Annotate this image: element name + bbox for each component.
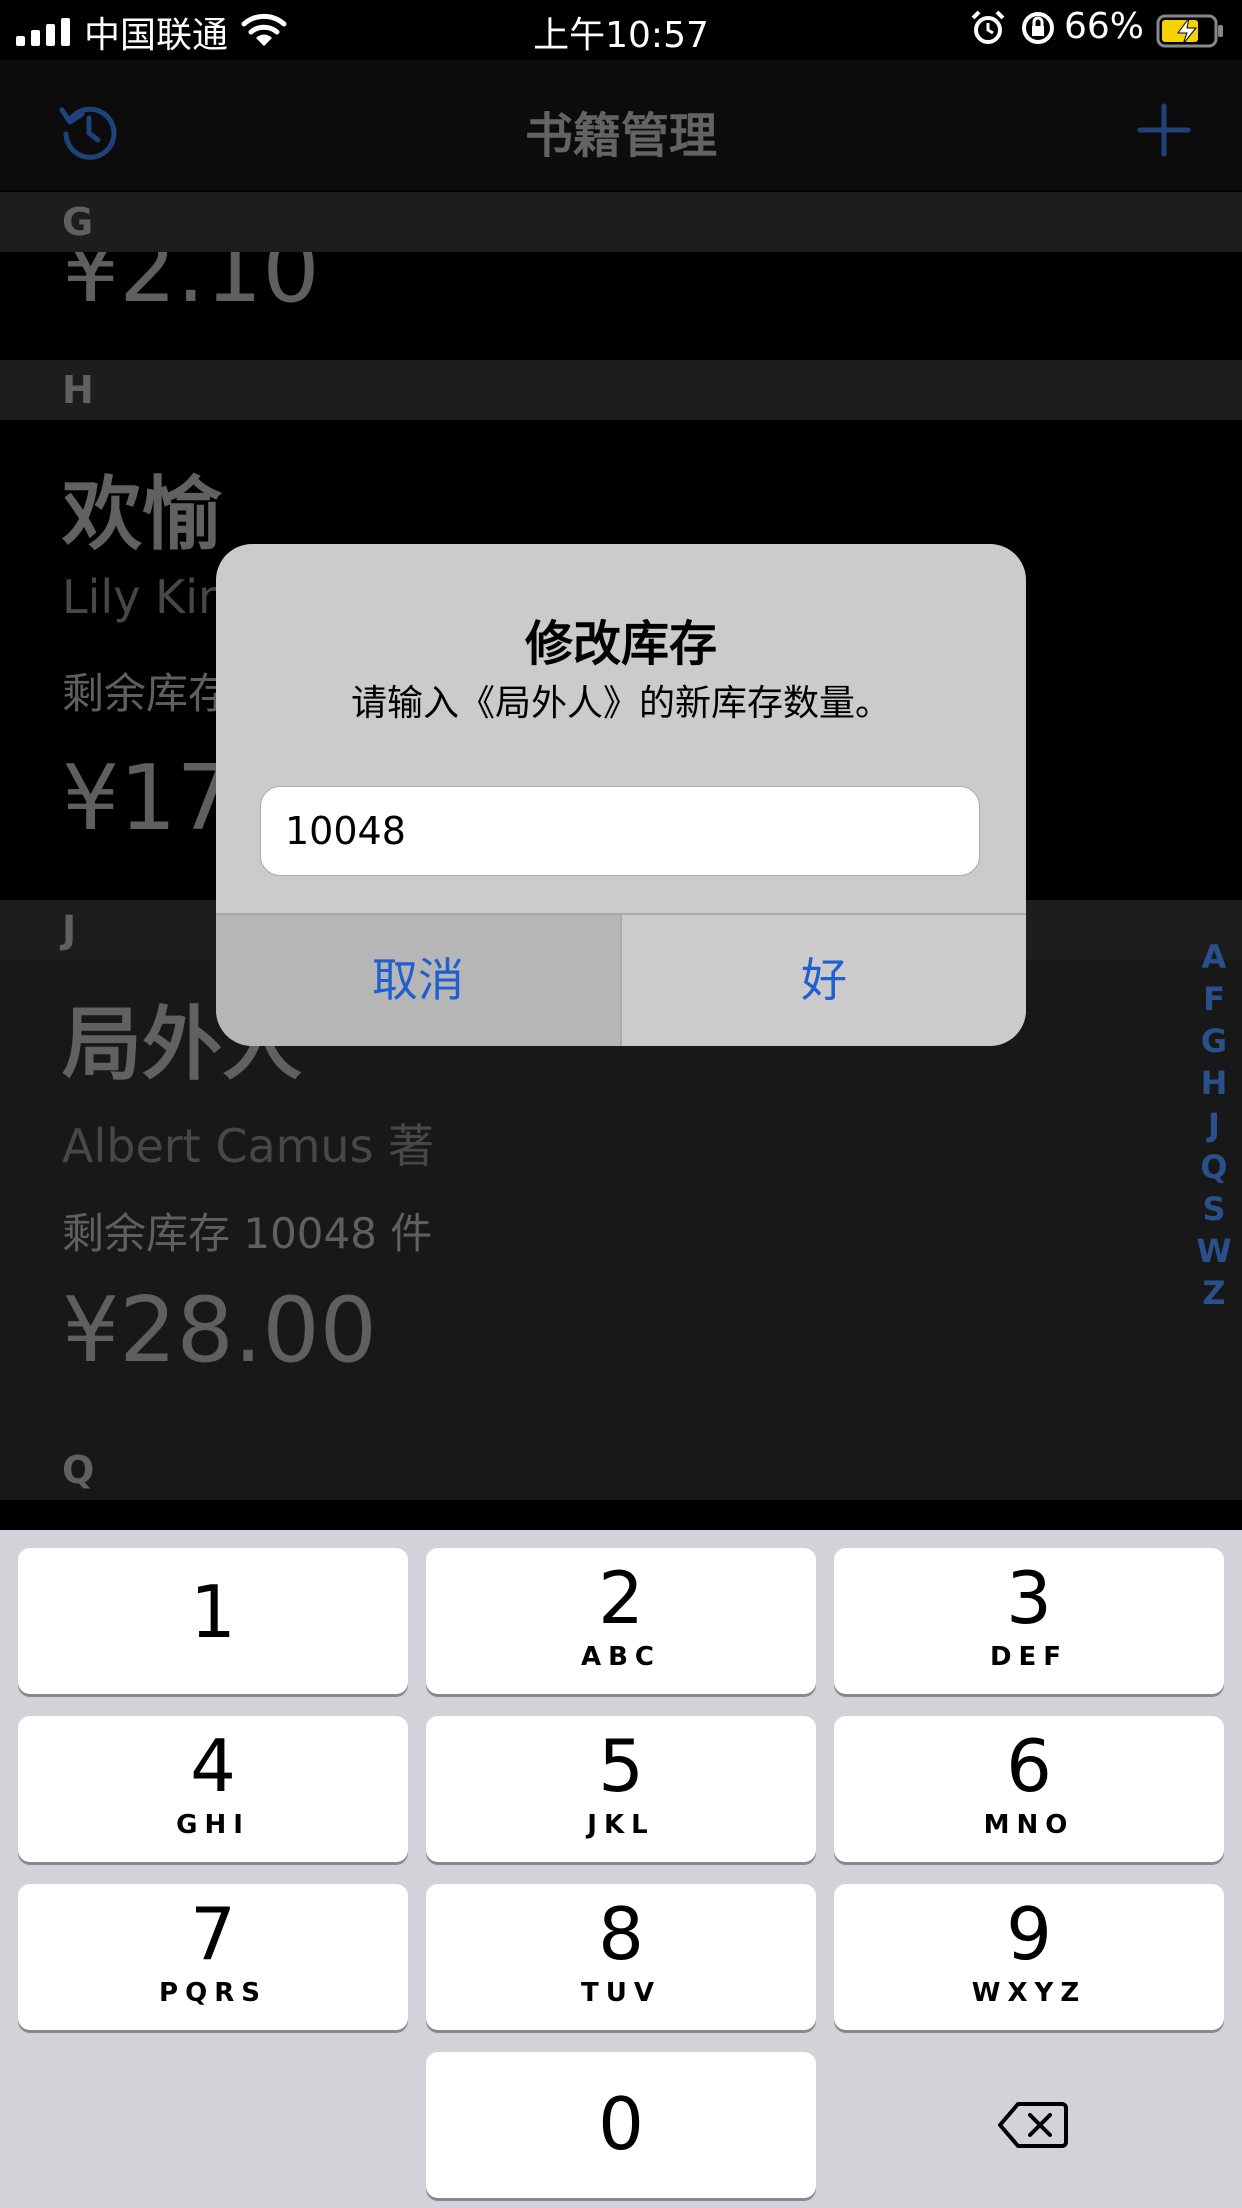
ok-button[interactable]: 好 (622, 915, 1026, 1046)
key-letters: ABC (580, 1642, 662, 1672)
key-digit: 2 (598, 1556, 644, 1640)
key-9[interactable]: 9 WXYZ (834, 1884, 1224, 2030)
key-digit: 4 (190, 1724, 236, 1808)
key-digit: 3 (1006, 1556, 1052, 1640)
key-0[interactable]: 0 (426, 2052, 816, 2198)
key-letters: PQRS (159, 1978, 267, 2008)
key-digit: 0 (598, 2082, 644, 2166)
key-6[interactable]: 6 MNO (834, 1716, 1224, 1862)
delete-icon (998, 2102, 1068, 2148)
alert-title: 修改库存 (524, 616, 717, 672)
key-letters: TUV (581, 1978, 661, 2008)
key-digit: 9 (1006, 1892, 1052, 1976)
alarm-icon (971, 10, 1005, 44)
key-letters: WXYZ (971, 1978, 1087, 2008)
stock-quantity-input[interactable] (260, 786, 980, 876)
key-letters: DEF (989, 1642, 1069, 1672)
battery-percent: 66% (1063, 6, 1144, 47)
key-digit: 6 (1006, 1724, 1052, 1808)
key-letters: GHI (176, 1810, 250, 1840)
key-8[interactable]: 8 TUV (426, 1884, 816, 2030)
key-digit: 1 (190, 1570, 236, 1654)
status-bar: 中国联通 上午10:57 66% (0, 0, 1242, 60)
key-5[interactable]: 5 JKL (426, 1716, 816, 1862)
key-4[interactable]: 4 GHI (18, 1716, 408, 1862)
alert-message: 请输入《局外人》的新库存数量。 (350, 683, 891, 724)
key-digit: 7 (190, 1892, 236, 1976)
key-7[interactable]: 7 PQRS (18, 1884, 408, 2030)
key-letters: MNO (983, 1810, 1075, 1840)
key-digit: 5 (598, 1724, 644, 1808)
key-letters: JKL (587, 1810, 655, 1840)
key-digit: 8 (598, 1892, 644, 1976)
edit-stock-alert: 修改库存 请输入《局外人》的新库存数量。 取消 好 (216, 544, 1026, 1046)
key-2[interactable]: 2 ABC (426, 1548, 816, 1694)
key-1[interactable]: 1 (18, 1548, 408, 1694)
numeric-keypad: 1 2 ABC 3 DEF 4 GHI 5 JKL 6 MNO 7 PQRS 8… (0, 1530, 1242, 2208)
delete-key[interactable] (830, 2052, 1230, 2198)
rotation-lock-icon (1022, 12, 1054, 44)
battery-charging-icon (1156, 14, 1223, 48)
key-3[interactable]: 3 DEF (834, 1548, 1224, 1694)
cancel-button[interactable]: 取消 (216, 915, 620, 1046)
